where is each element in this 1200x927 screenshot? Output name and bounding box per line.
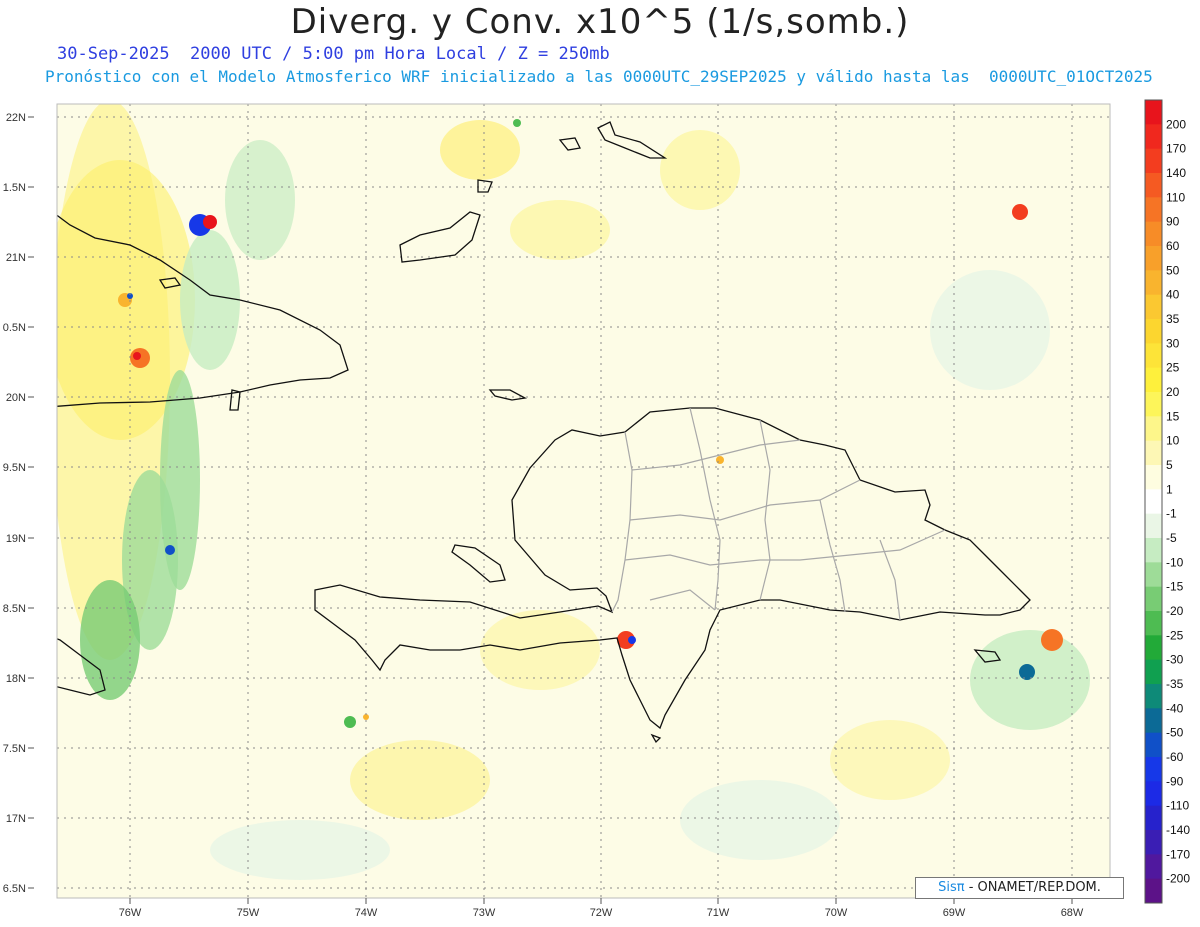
lat-label: 20N [6, 392, 26, 404]
colorbar-swatch [1145, 124, 1162, 150]
colorbar-swatch [1145, 197, 1162, 223]
colorbar-swatch [1145, 538, 1162, 563]
lat-label: 18N [6, 673, 26, 685]
colorbar-label: -110 [1166, 799, 1189, 813]
colorbar: 200 170 140 110 90 60 50 40 35 30 25 20 15 10 5 1 -1 -5 -1… [1144, 99, 1190, 904]
colorbar-swatch [1145, 757, 1162, 782]
colorbar-label: -1 [1166, 507, 1177, 521]
colorbar-swatch [1145, 148, 1162, 174]
lat-label: 17N [6, 813, 26, 825]
colorbar-label: -5 [1166, 531, 1177, 545]
colorbar-label: -30 [1166, 653, 1184, 667]
lon-label: 70W [825, 907, 848, 919]
lat-label: 9.5N [3, 462, 26, 474]
colorbar-swatch [1145, 732, 1162, 758]
colorbar-swatch [1145, 659, 1162, 685]
lat-label: 0.5N [3, 322, 26, 334]
colorbar-swatch [1145, 392, 1162, 417]
lat-label: 19N [6, 533, 26, 545]
colorbar-label: 1 [1166, 482, 1173, 496]
colorbar-label: 25 [1166, 361, 1180, 375]
colorbar-swatch [1145, 708, 1162, 734]
credit-text: - ONAMET/REP.DOM. [964, 880, 1101, 895]
colorbar-swatch [1145, 586, 1162, 612]
colorbar-swatch [1145, 635, 1162, 661]
colorbar-swatch [1145, 684, 1162, 709]
colorbar-swatch [1145, 562, 1162, 588]
colorbar-label: 110 [1166, 190, 1185, 204]
colorbar-label: -200 [1166, 872, 1190, 886]
lon-label: 68W [1061, 907, 1084, 919]
colorbar-swatch [1145, 221, 1162, 247]
colorbar-swatch [1145, 805, 1162, 831]
colorbar-swatch [1145, 611, 1162, 636]
colorbar-swatch [1145, 100, 1162, 125]
colorbar-swatch [1145, 270, 1162, 296]
colorbar-label: 140 [1166, 166, 1186, 180]
colorbar-label: 30 [1166, 336, 1180, 350]
colorbar-label: 15 [1166, 409, 1180, 423]
lat-label: 6.5N [3, 883, 26, 895]
lat-label: 22N [6, 112, 26, 124]
longitude-axis: 76W 75W 74W 73W 72W 71W 70W 69W 68W [119, 907, 1084, 919]
colorbar-swatch [1145, 173, 1162, 198]
colorbar-swatch [1145, 416, 1162, 442]
colorbar-label: 60 [1166, 239, 1180, 253]
colorbar-swatch [1145, 878, 1162, 904]
colorbar-label: 170 [1166, 142, 1186, 156]
sispi-logo: Sisπ [938, 880, 965, 895]
lat-label: 7.5N [3, 743, 26, 755]
colorbar-label: -20 [1166, 604, 1184, 618]
latitude-axis: 22N 1.5N 21N 0.5N 20N 9.5N 19N 8.5N 18N … [3, 112, 26, 895]
colorbar-label: 200 [1166, 117, 1186, 131]
colorbar-label: 50 [1166, 263, 1180, 277]
colorbar-label: -40 [1166, 701, 1184, 715]
colorbar-label: -10 [1166, 555, 1184, 569]
colorbar-swatch [1145, 830, 1162, 855]
colorbar-label: 20 [1166, 385, 1180, 399]
lon-label: 71W [707, 907, 730, 919]
colorbar-swatch [1145, 294, 1162, 320]
colorbar-swatch [1145, 781, 1162, 807]
colorbar-swatch [1145, 367, 1162, 393]
colorbar-label: 5 [1166, 458, 1173, 472]
lat-label: 8.5N [3, 603, 26, 615]
divergence-map: 22N 1.5N 21N 0.5N 20N 9.5N 19N 8.5N 18N … [3, 99, 1190, 919]
lat-label: 1.5N [3, 182, 26, 194]
colorbar-swatch [1145, 465, 1162, 490]
colorbar-swatch [1145, 440, 1162, 466]
colorbar-swatch [1145, 489, 1162, 515]
colorbar-label: 90 [1166, 215, 1180, 229]
colorbar-label: 35 [1166, 312, 1180, 326]
colorbar-swatch [1145, 319, 1162, 344]
colorbar-label: -140 [1166, 823, 1190, 837]
lon-label: 76W [119, 907, 142, 919]
colorbar-swatch [1145, 513, 1162, 539]
colorbar-swatch [1145, 854, 1162, 880]
lon-label: 72W [590, 907, 613, 919]
lon-label: 69W [943, 907, 966, 919]
colorbar-label: -35 [1166, 677, 1184, 691]
colorbar-label: -25 [1166, 628, 1184, 642]
colorbar-label: -170 [1166, 847, 1190, 861]
lon-label: 73W [473, 907, 496, 919]
lat-label: 21N [6, 252, 26, 264]
lon-label: 75W [237, 907, 260, 919]
colorbar-label: 10 [1166, 434, 1180, 448]
colorbar-swatch [1145, 246, 1162, 271]
colorbar-label: 40 [1166, 288, 1180, 302]
colorbar-label: -60 [1166, 750, 1184, 764]
colorbar-swatch [1145, 343, 1162, 369]
colorbar-label: -50 [1166, 726, 1184, 740]
colorbar-label: -15 [1166, 580, 1184, 594]
lon-label: 74W [355, 907, 378, 919]
colorbar-label: -90 [1166, 774, 1184, 788]
credit-box: Sisπ - ONAMET/REP.DOM. [915, 877, 1124, 899]
